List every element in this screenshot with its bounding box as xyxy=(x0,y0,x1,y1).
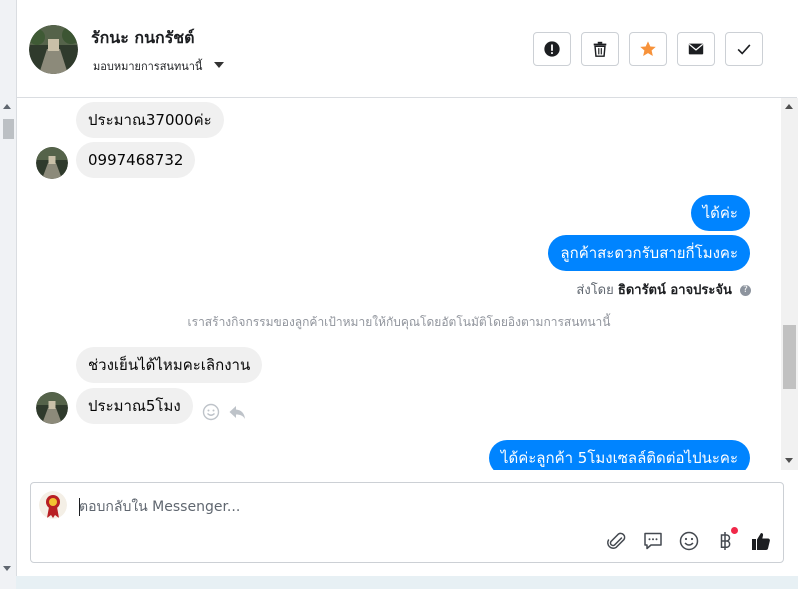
message-actions xyxy=(201,402,247,422)
emoji-icon xyxy=(679,531,699,551)
reply-input[interactable] xyxy=(79,497,679,517)
scroll-down-arrow[interactable] xyxy=(3,566,11,571)
trash-icon xyxy=(593,41,607,57)
star-icon xyxy=(640,41,656,57)
sent-by-label: ส่งโดย ธิดารัตน์ อาจประจัน ? xyxy=(576,279,751,300)
outgoing-message[interactable]: ลูกค้าสะดวกรับสายกี่โมงคะ xyxy=(548,235,750,271)
scroll-thumb[interactable] xyxy=(3,119,14,139)
incoming-message[interactable]: 0997468732 xyxy=(76,142,196,178)
thread-scrollbar[interactable] xyxy=(781,98,798,470)
footer-band xyxy=(16,576,798,589)
reply-composer xyxy=(30,482,784,563)
notification-dot xyxy=(731,527,738,534)
outgoing-message[interactable]: ได้ค่ะ xyxy=(690,195,750,231)
star-button[interactable] xyxy=(629,32,667,66)
emoji-react-icon[interactable] xyxy=(201,402,221,422)
scroll-up-arrow[interactable] xyxy=(3,104,11,109)
contact-avatar-small xyxy=(36,147,68,179)
thumbs-up-icon xyxy=(752,533,770,550)
saved-reply-icon xyxy=(644,532,662,550)
emoji-button[interactable] xyxy=(677,529,701,553)
sender-name[interactable]: ธิดารัตน์ อาจประจัน xyxy=(618,283,732,298)
assign-conversation-label[interactable]: มอบหมายการสนทนานี้ xyxy=(93,57,202,75)
reply-icon[interactable] xyxy=(227,402,247,422)
chevron-down-icon[interactable] xyxy=(214,62,224,68)
incoming-message[interactable]: ประมาณ5โมง xyxy=(76,388,193,424)
saved-replies-button[interactable] xyxy=(641,529,665,553)
composer-toolbar xyxy=(605,527,773,553)
mark-unread-button[interactable] xyxy=(677,32,715,66)
exclamation-icon xyxy=(544,41,560,57)
contact-avatar[interactable] xyxy=(29,25,78,74)
help-icon[interactable]: ? xyxy=(740,285,751,296)
text-cursor xyxy=(79,498,80,516)
delete-button[interactable] xyxy=(581,32,619,66)
done-button[interactable] xyxy=(725,32,763,66)
page-avatar xyxy=(39,491,67,519)
message-thread[interactable]: ประมาณ37000ค่ะ 0997468732 ได้ค่ะ ลูกค้าส… xyxy=(17,98,781,470)
contact-name[interactable]: รักนะ กนกรัชต์ xyxy=(91,26,195,51)
scroll-down-arrow[interactable] xyxy=(785,458,793,463)
attachment-icon xyxy=(607,532,626,549)
incoming-message[interactable]: ช่วงเย็นได้ไหมคะเลิกงาน xyxy=(76,347,263,383)
incoming-message[interactable]: ประมาณ37000ค่ะ xyxy=(76,102,224,138)
payment-button[interactable] xyxy=(713,527,738,553)
contact-avatar-small xyxy=(36,392,68,424)
scroll-up-arrow[interactable] xyxy=(785,104,793,109)
conversation-header: รักนะ กนกรัชต์ มอบหมายการสนทนานี้ xyxy=(17,0,797,98)
envelope-icon xyxy=(688,43,704,55)
spam-button[interactable] xyxy=(533,32,571,66)
checkmark-icon xyxy=(737,44,751,55)
like-button[interactable] xyxy=(749,529,773,553)
sent-by-prefix: ส่งโดย xyxy=(576,283,614,298)
system-note: เราสร้างกิจกรรมของลูกค้าเป้าหมายให้กับคุ… xyxy=(187,315,611,329)
attach-button[interactable] xyxy=(605,529,629,553)
outgoing-message[interactable]: ได้ค่ะลูกค้า 5โมงเซลล์ติดต่อไปนะคะ xyxy=(488,440,750,470)
scroll-thumb[interactable] xyxy=(783,325,796,389)
left-scrollbar[interactable] xyxy=(0,0,17,589)
